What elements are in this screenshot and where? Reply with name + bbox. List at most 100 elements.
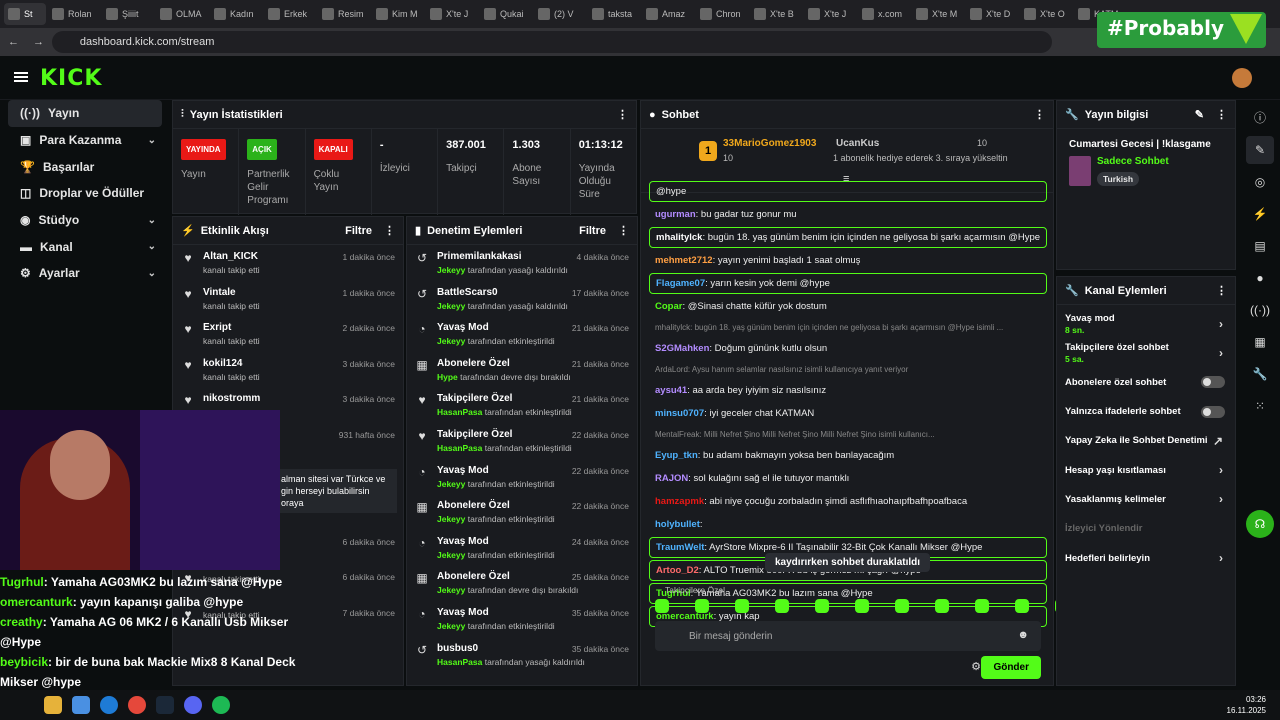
chat-message[interactable]: aysu41: aa arda bey iyiyim siz nasılsını… — [649, 380, 1047, 401]
more-icon[interactable]: ⋮ — [617, 108, 628, 121]
send-button[interactable]: Gönder — [981, 656, 1041, 679]
browser-tab[interactable]: Resim — [318, 3, 370, 25]
mod-item[interactable]: ↺ Primemilankakasi Jekeyy tarafından yasağ… — [407, 245, 637, 281]
emote-icon[interactable] — [735, 599, 749, 613]
bolt-icon[interactable]: ⚡ — [1246, 200, 1274, 228]
emote-icon[interactable] — [895, 599, 909, 613]
sidebar-item[interactable]: ▣ Para Kazanma ⌄ — [8, 127, 162, 154]
edit-icon[interactable]: ✎ — [1195, 108, 1204, 121]
chat-username[interactable]: TraumWelt — [656, 542, 704, 553]
moderator-name[interactable]: Hype — [437, 372, 458, 382]
moderator-name[interactable]: HasanPasa — [437, 407, 482, 417]
more-icon[interactable]: ⋮ — [384, 224, 395, 237]
chat-username[interactable]: Flagame07 — [656, 278, 705, 289]
feed-item[interactable]: ♥ Altan_KICK kanalı takip etti 1 dakika önc… — [173, 245, 403, 281]
channel-action-item[interactable]: Hesap yaşı kısıtlaması › — [1057, 455, 1235, 484]
moderator-name[interactable]: Jekeyy — [437, 301, 465, 311]
spotify-icon[interactable] — [212, 696, 230, 714]
chat-message[interactable]: ugurman: bu gadar tuz gonur mu — [649, 204, 1047, 225]
mod-item[interactable]: ♥ Takipçilere Özel HasanPasa tarafından et… — [407, 423, 637, 459]
chat-message[interactable]: Flagame07: yarın kesin yok demi @hype — [649, 273, 1047, 294]
channel-action-item[interactable]: Yavaş mod 8 sn. › — [1057, 309, 1235, 338]
chat-username[interactable]: Copar — [655, 301, 682, 312]
mod-item[interactable]: ◔ Yavaş Mod Jekeyy tarafından etkinleştiri… — [407, 316, 637, 352]
moderator-name[interactable]: Jekeyy — [437, 585, 465, 595]
moderator-name[interactable]: Jekeyy — [437, 621, 465, 631]
reply-context[interactable]: ArdaLord: Aysu hanım selamlar nasılsınız… — [649, 361, 1047, 378]
emote-icon[interactable] — [655, 599, 669, 613]
mod-item[interactable]: ◔ Yavaş Mod Jekeyy tarafından etkinleştiri… — [407, 601, 637, 637]
chat-username[interactable]: S2GMahken — [655, 343, 709, 354]
scan-icon[interactable]: ◎ — [1246, 168, 1274, 196]
chat-username[interactable]: hamzapmk — [655, 496, 704, 507]
browser-tab[interactable]: (2) V — [534, 3, 586, 25]
apps-icon[interactable]: ⁙ — [1246, 392, 1274, 420]
emote-icon[interactable] — [1015, 599, 1029, 613]
browser-tab[interactable]: Qukai — [480, 3, 532, 25]
info-icon[interactable]: ⓘ — [1246, 104, 1274, 132]
steam-icon[interactable] — [156, 696, 174, 714]
browser-tab[interactable]: OLMA — [156, 3, 208, 25]
sidebar-item[interactable]: ◫ Droplar ve Ödüller — [8, 180, 162, 207]
more-icon[interactable]: ⋮ — [1034, 108, 1045, 121]
channel-action-item[interactable]: Abonelere özel sohbet — [1057, 368, 1235, 397]
chat-username[interactable]: ugurman — [655, 209, 696, 220]
moderator-name[interactable]: HasanPasa — [437, 657, 482, 667]
chat-username[interactable]: aysu41 — [655, 385, 687, 396]
moderator-name[interactable]: Jekeyy — [437, 479, 465, 489]
moderator-name[interactable]: HasanPasa — [437, 443, 482, 453]
browser-tab[interactable]: Rolan — [48, 3, 100, 25]
more-icon[interactable]: ⋮ — [1216, 284, 1227, 297]
mod-item[interactable]: ◔ Yavaş Mod Jekeyy tarafından etkinleştiri… — [407, 530, 637, 566]
moderator-name[interactable]: Jekeyy — [437, 550, 465, 560]
browser-tab[interactable]: Chron — [696, 3, 748, 25]
browser-tab[interactable]: Şiiiit — [102, 3, 154, 25]
support-icon[interactable]: ☊ — [1246, 510, 1274, 538]
chat-username[interactable]: minsu0707 — [655, 408, 704, 419]
kick-logo[interactable]: KICK — [40, 66, 102, 91]
browser-tab[interactable]: X'te J — [804, 3, 856, 25]
back-icon[interactable]: ← — [8, 36, 19, 48]
grid-icon[interactable]: ▦ — [1246, 328, 1274, 356]
sidebar-item[interactable]: 🏆 Başarılar — [8, 153, 162, 180]
chat-message[interactable]: S2GMahken: Doğum gününk kutlu olsun — [649, 338, 1047, 359]
pencil-icon[interactable]: ✎ — [1246, 136, 1274, 164]
wrench-icon[interactable]: 🔧 — [1246, 360, 1274, 388]
emote-icon[interactable] — [935, 599, 949, 613]
browser-tab[interactable]: X'te M — [912, 3, 964, 25]
feed-filter-button[interactable]: Filtre — [345, 225, 372, 237]
chat-paused-notice[interactable]: kaydırırken sohbet duraklatıldı — [765, 553, 931, 572]
feed-user-name[interactable]: Altan_KICK — [203, 251, 260, 262]
chat-message[interactable]: hamzapmk: abi niye çocuğu zorbaladın şim… — [649, 491, 1047, 512]
second-gifter-name[interactable]: UcanKus — [836, 138, 879, 149]
reply-context[interactable]: MentalFreak: Milli Nefret Şino Milli Nef… — [649, 426, 1047, 443]
document-icon[interactable]: ▤ — [1246, 232, 1274, 260]
menu-icon[interactable] — [14, 72, 28, 82]
chat-message[interactable]: Copar: @Sinasi chatte küfür yok dostum — [649, 296, 1047, 317]
channel-action-item[interactable]: Takipçilere özel sohbet 5 sa. › — [1057, 338, 1235, 367]
chat-message[interactable]: RAJON: sol kulağını sağ el ile tutuyor m… — [649, 468, 1047, 489]
channel-action-item[interactable]: Yapay Zeka ile Sohbet Denetimi ↗ — [1057, 426, 1235, 455]
browser-tab[interactable]: X'te J — [426, 3, 478, 25]
more-icon[interactable]: ⋮ — [1216, 108, 1227, 121]
chat-username[interactable]: Artoo_D2 — [656, 565, 699, 576]
avatar[interactable] — [1232, 68, 1252, 88]
browser-tab[interactable]: x.com — [858, 3, 910, 25]
chat-username[interactable]: RAJON — [655, 473, 688, 484]
sidebar-item[interactable]: ◉ Stüdyo ⌄ — [8, 207, 162, 234]
browser-tab[interactable]: X'te O — [1020, 3, 1072, 25]
more-icon[interactable]: ⋮ — [618, 224, 629, 237]
feed-user-name[interactable]: nikostromm — [203, 393, 260, 404]
moderator-name[interactable]: Jekeyy — [437, 514, 465, 524]
chat-message[interactable]: Eyup_tkn: bu adamı bakmayın yoksa ben ba… — [649, 445, 1047, 466]
browser-tab[interactable]: Kim M — [372, 3, 424, 25]
chat-username[interactable]: Eyup_tkn — [655, 450, 698, 461]
feed-item[interactable]: ♥ kokil124 kanalı takip etti 3 dakika önce — [173, 352, 403, 388]
sidebar-item[interactable]: ▬ Kanal ⌄ — [8, 233, 162, 260]
category-link[interactable]: Sadece Sohbet — [1097, 156, 1169, 167]
toggle-switch[interactable] — [1201, 376, 1225, 389]
browser-tab[interactable]: Kadın — [210, 3, 262, 25]
mod-item[interactable]: ↺ busbus0 HasanPasa tarafından yasağı kald… — [407, 637, 637, 673]
browser-tab[interactable]: X'te B — [750, 3, 802, 25]
browser-tab[interactable]: taksta — [588, 3, 640, 25]
